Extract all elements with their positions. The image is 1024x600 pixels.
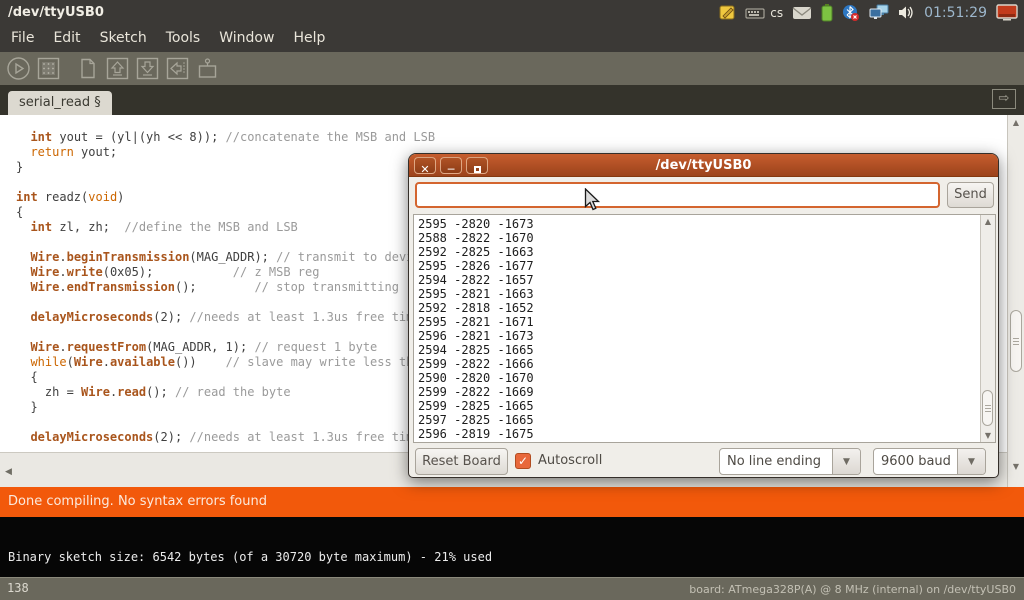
scroll-down-icon[interactable]: ▼ [1008,462,1024,471]
status-footer: 138 board: ATmega328P(A) @ 8 MHz (intern… [0,577,1024,600]
code-line: { [16,205,435,220]
serial-scrollbar-thumb[interactable] [982,390,993,426]
menu-sketch[interactable]: Sketch [97,25,150,52]
serial-send-input[interactable] [415,182,940,208]
serial-output-text: 2595 -2820 -1673 2588 -2822 -1670 2592 -… [418,217,534,441]
battery-icon[interactable] [821,4,833,22]
scroll-left-icon[interactable]: ◀ [5,467,12,477]
open-button[interactable] [105,56,130,81]
console-output: Binary sketch size: 6542 bytes (of a 307… [8,550,492,564]
code-content: int yout = (yl|(yh << 8)); //concatenate… [16,130,435,445]
reset-board-button[interactable]: Reset Board [415,448,508,475]
menu-file[interactable]: File [8,25,37,52]
code-line: delayMicroseconds(2); //needs at least 1… [16,310,435,325]
code-line [16,235,435,250]
code-line: } [16,160,435,175]
line-ending-dropdown[interactable]: No line ending ▼ [719,448,861,475]
serial-scroll-up-icon[interactable]: ▲ [981,217,995,226]
code-line: { [16,370,435,385]
stop-icon [36,56,61,81]
clock[interactable]: 01:51:29 [924,5,987,21]
serial-monitor-titlebar[interactable]: ✕ ─ /dev/ttyUSB0 [409,154,998,177]
baud-rate-dropdown[interactable]: 9600 baud ▼ [873,448,986,475]
code-line: } [16,400,435,415]
scroll-up-icon[interactable]: ▲ [1008,118,1024,127]
code-line: int readz(void) [16,190,435,205]
new-document-icon [75,56,100,81]
code-line: Wire.endTransmission(); // stop transmit… [16,280,435,295]
top-panel: /dev/ttyUSB0 cs 01:51:29 [0,0,1024,25]
mail-icon[interactable] [792,6,812,20]
menu-bar: File Edit Sketch Tools Window Help [0,25,1024,52]
check-icon: ✓ [518,454,528,468]
chevron-down-icon[interactable]: ▼ [957,449,985,474]
editor-vertical-scrollbar[interactable]: ▲ ▼ [1007,115,1024,487]
session-icon[interactable] [996,4,1018,21]
verify-icon [6,56,31,81]
tab-bar: serial_read § ⇨ [0,85,1024,115]
code-line: return yout; [16,145,435,160]
network-icon[interactable] [869,4,889,21]
build-console: Binary sketch size: 6542 bytes (of a 307… [0,517,1024,577]
code-line: int zl, zh; //define the MSB and LSB [16,220,435,235]
editor-scrollbar-thumb[interactable] [1010,310,1022,372]
autoscroll-checkbox[interactable]: ✓ [515,453,531,469]
serial-monitor-button[interactable] [195,56,220,81]
serial-scrollbar[interactable]: ▲ ▼ [980,215,995,442]
code-line: while(Wire.available()) // slave may wri… [16,355,435,370]
code-line: int yout = (yl|(yh << 8)); //concatenate… [16,130,435,145]
menu-window[interactable]: Window [216,25,277,52]
serial-monitor-window: ✕ ─ /dev/ttyUSB0 Send 2595 -2820 -1673 2… [408,153,999,478]
code-line: delayMicroseconds(2); //needs at least 1… [16,430,435,445]
serial-output-area[interactable]: 2595 -2820 -1673 2588 -2822 -1670 2592 -… [413,214,996,443]
code-line: Wire.requestFrom(MAG_ADDR, 1); // reques… [16,340,435,355]
volume-icon[interactable] [898,5,915,20]
bluetooth-icon[interactable] [842,4,860,22]
serial-monitor-title: /dev/ttyUSB0 [409,154,998,177]
new-sketch-button[interactable] [75,56,100,81]
line-number: 138 [7,581,29,595]
tab-menu-button[interactable]: ⇨ [992,89,1016,109]
down-arrow-icon [135,56,160,81]
serial-monitor-icon [195,56,220,81]
note-icon[interactable] [719,4,736,21]
send-button[interactable]: Send [947,182,994,208]
code-line [16,415,435,430]
verify-button[interactable] [6,56,31,81]
right-arrow-icon [165,56,190,81]
stop-button[interactable] [36,56,61,81]
tab-serial-read[interactable]: serial_read § [8,91,112,115]
board-info: board: ATmega328P(A) @ 8 MHz (internal) … [689,583,1016,596]
code-line: Wire.write(0x05); // z MSB reg [16,265,435,280]
menu-help[interactable]: Help [290,25,328,52]
compile-status-bar: Done compiling. No syntax errors found [0,487,1024,517]
chevron-down-icon[interactable]: ▼ [832,449,860,474]
compile-status-message: Done compiling. No syntax errors found [8,494,267,509]
code-line [16,295,435,310]
upload-button[interactable] [165,56,190,81]
autoscroll-label: Autoscroll [538,453,602,468]
toolbar [0,52,1024,85]
baud-rate-value: 9600 baud [874,449,957,474]
keyboard-icon[interactable] [745,6,765,20]
code-line: zh = Wire.read(); // read the byte [16,385,435,400]
code-line [16,325,435,340]
system-tray: cs 01:51:29 [719,0,1022,25]
code-line: Wire.beginTransmission(MAG_ADDR); // tra… [16,250,435,265]
panel-window-title: /dev/ttyUSB0 [8,0,104,25]
save-button[interactable] [135,56,160,81]
up-arrow-icon [105,56,130,81]
menu-edit[interactable]: Edit [50,25,83,52]
menu-tools[interactable]: Tools [163,25,204,52]
serial-scroll-down-icon[interactable]: ▼ [981,431,995,440]
line-ending-value: No line ending [720,449,832,474]
keyboard-layout-label[interactable]: cs [770,6,783,20]
code-line [16,175,435,190]
serial-monitor-controls: Reset Board ✓ Autoscroll No line ending … [409,448,998,475]
